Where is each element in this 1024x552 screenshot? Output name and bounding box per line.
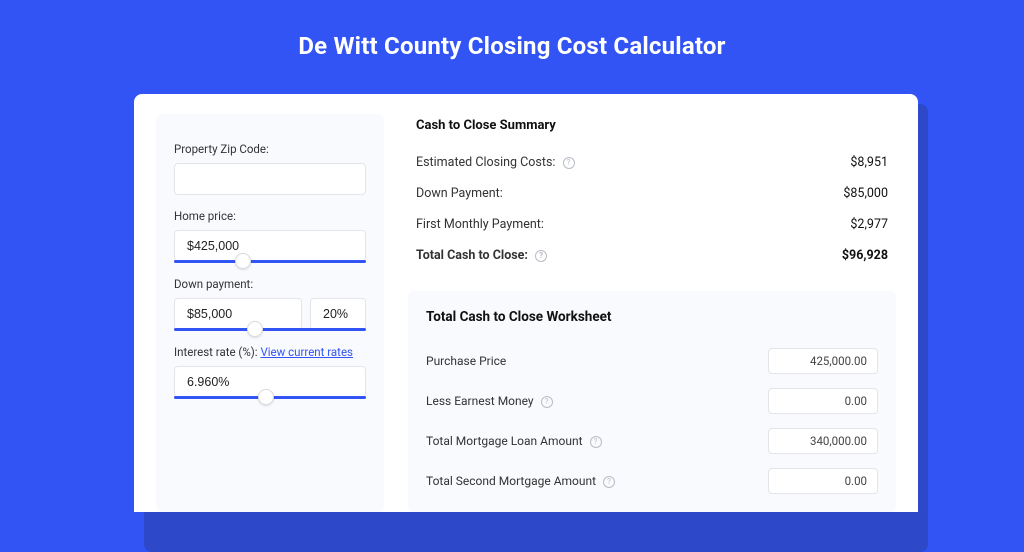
down-payment-amount-input[interactable] xyxy=(174,298,302,330)
slider-thumb[interactable] xyxy=(258,389,274,405)
summary-label-text: Estimated Closing Costs: xyxy=(416,155,555,170)
help-icon[interactable]: ? xyxy=(541,396,553,408)
help-icon[interactable]: ? xyxy=(535,250,547,262)
worksheet-row: Total Mortgage Loan Amount ? 340,000.00 xyxy=(426,421,878,461)
interest-rate-slider[interactable] xyxy=(174,396,366,399)
summary-row: Down Payment: $85,000 xyxy=(416,178,888,209)
summary-title: Cash to Close Summary xyxy=(416,118,888,133)
worksheet-row-label: Purchase Price xyxy=(426,354,506,368)
slider-track xyxy=(174,328,366,331)
summary-total-label-text: Total Cash to Close: xyxy=(416,248,528,263)
view-rates-link[interactable]: View current rates xyxy=(260,345,353,359)
worksheet-label-text: Total Mortgage Loan Amount xyxy=(426,434,583,448)
summary-row-value: $85,000 xyxy=(843,186,888,201)
help-icon[interactable]: ? xyxy=(563,157,575,169)
down-payment-percent-input[interactable] xyxy=(310,298,366,330)
worksheet-row-value[interactable]: 340,000.00 xyxy=(768,428,878,454)
summary-row: First Monthly Payment: $2,977 xyxy=(416,209,888,240)
worksheet-label-text: Less Earnest Money xyxy=(426,394,534,408)
summary-total-value: $96,928 xyxy=(842,248,888,263)
slider-thumb[interactable] xyxy=(247,321,263,337)
worksheet-row-label: Less Earnest Money ? xyxy=(426,394,553,408)
summary-row-label: Down Payment: xyxy=(416,186,503,201)
slider-thumb[interactable] xyxy=(235,253,251,269)
worksheet-section: Total Cash to Close Worksheet Purchase P… xyxy=(408,291,896,512)
interest-rate-label-text: Interest rate (%): xyxy=(174,345,258,359)
home-price-slider[interactable] xyxy=(174,260,366,263)
down-payment-label: Down payment: xyxy=(174,277,366,291)
worksheet-title: Total Cash to Close Worksheet xyxy=(426,309,878,325)
worksheet-label-text: Total Second Mortgage Amount xyxy=(426,474,596,488)
home-price-field: Home price: xyxy=(174,209,366,263)
input-panel: Property Zip Code: Home price: Down paym… xyxy=(156,114,384,512)
slider-track xyxy=(174,260,366,263)
worksheet-row-value[interactable]: 0.00 xyxy=(768,468,878,494)
results-panel: Cash to Close Summary Estimated Closing … xyxy=(408,114,896,512)
down-payment-field: Down payment: xyxy=(174,277,366,331)
summary-row: Estimated Closing Costs: ? $8,951 xyxy=(416,147,888,178)
worksheet-row-value[interactable]: 0.00 xyxy=(768,388,878,414)
interest-rate-field: Interest rate (%): View current rates xyxy=(174,345,366,399)
worksheet-row: Purchase Price 425,000.00 xyxy=(426,341,878,381)
summary-row-value: $2,977 xyxy=(850,217,888,232)
help-icon[interactable]: ? xyxy=(590,436,602,448)
zip-label: Property Zip Code: xyxy=(174,142,366,156)
summary-total-label: Total Cash to Close: ? xyxy=(416,248,547,263)
page-title: De Witt County Closing Cost Calculator xyxy=(0,0,1024,88)
home-price-label: Home price: xyxy=(174,209,366,223)
worksheet-row: Less Earnest Money ? 0.00 xyxy=(426,381,878,421)
worksheet-row-value[interactable]: 425,000.00 xyxy=(768,348,878,374)
calculator-card: Property Zip Code: Home price: Down paym… xyxy=(134,94,918,512)
summary-section: Cash to Close Summary Estimated Closing … xyxy=(408,114,896,279)
down-payment-slider[interactable] xyxy=(174,328,366,331)
help-icon[interactable]: ? xyxy=(603,476,615,488)
summary-row-label: First Monthly Payment: xyxy=(416,217,544,232)
worksheet-row-label: Total Second Mortgage Amount ? xyxy=(426,474,615,488)
home-price-input[interactable] xyxy=(174,230,366,262)
zip-field: Property Zip Code: xyxy=(174,142,366,195)
worksheet-row-label: Total Mortgage Loan Amount ? xyxy=(426,434,602,448)
zip-input[interactable] xyxy=(174,163,366,195)
worksheet-row: Total Second Mortgage Amount ? 0.00 xyxy=(426,461,878,501)
interest-rate-label: Interest rate (%): View current rates xyxy=(174,345,366,359)
summary-row-value: $8,951 xyxy=(850,155,888,170)
summary-row-label: Estimated Closing Costs: ? xyxy=(416,155,575,170)
summary-row-total: Total Cash to Close: ? $96,928 xyxy=(416,240,888,271)
